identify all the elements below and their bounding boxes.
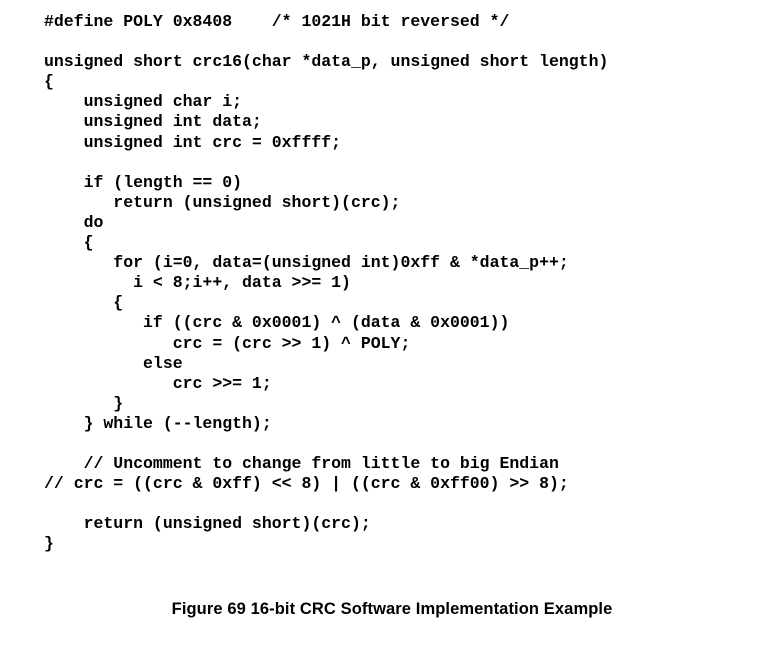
figure-page: #define POLY 0x8408 /* 1021H bit reverse… <box>0 0 784 646</box>
code-line: { <box>44 72 54 92</box>
code-line: unsigned char i; <box>44 92 243 112</box>
code-line: { <box>44 233 94 253</box>
code-line: } <box>44 534 54 554</box>
code-line: unsigned int crc = 0xffff; <box>44 132 342 152</box>
code-line: unsigned int data; <box>44 112 262 132</box>
code-line: for (i=0, data=(unsigned int)0xff & *dat… <box>44 253 569 273</box>
code-line: if (length == 0) <box>44 172 243 192</box>
code-line: unsigned short crc16(char *data_p, unsig… <box>44 52 609 72</box>
code-line: } <box>44 393 124 413</box>
code-line: // crc = ((crc & 0xff) << 8) | ((crc & 0… <box>44 474 569 494</box>
figure-caption: Figure 69 16-bit CRC Software Implementa… <box>171 600 613 618</box>
code-line: } while (--length); <box>44 413 272 433</box>
code-line: crc >>= 1; <box>44 373 272 393</box>
code-line: // Uncomment to change from little to bi… <box>44 454 559 474</box>
code-line: i < 8;i++, data >>= 1) <box>44 273 351 293</box>
code-line: else <box>44 353 183 373</box>
code-line: return (unsigned short)(crc); <box>44 192 401 212</box>
code-line: return (unsigned short)(crc); <box>44 514 371 534</box>
code-listing: #define POLY 0x8408 /* 1021H bit reverse… <box>44 12 780 555</box>
code-line: crc = (crc >> 1) ^ POLY; <box>44 333 411 353</box>
code-line: #define POLY 0x8408 /* 1021H bit reverse… <box>44 12 510 31</box>
code-line: { <box>44 293 124 313</box>
code-line: if ((crc & 0x0001) ^ (data & 0x0001)) <box>44 313 510 333</box>
code-line: do <box>44 212 104 232</box>
